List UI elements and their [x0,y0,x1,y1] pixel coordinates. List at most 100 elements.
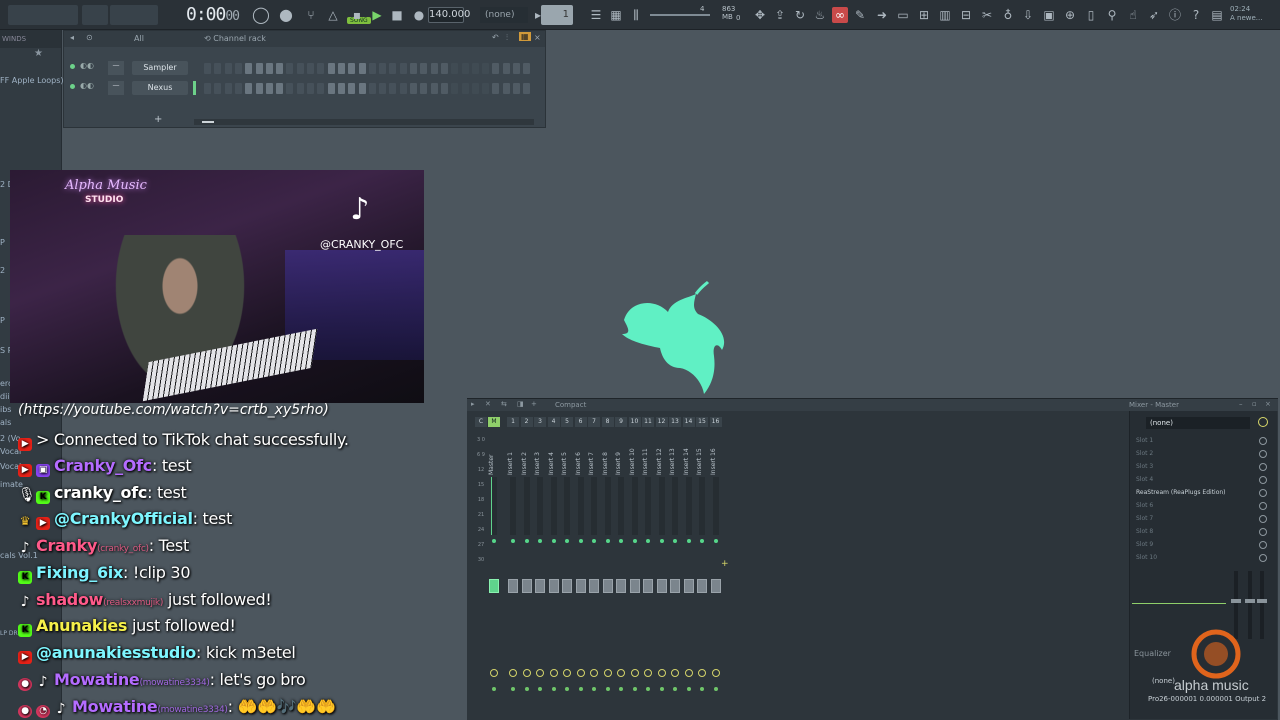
step-button[interactable] [265,83,273,94]
mixer-insert-strip[interactable]: 16 Insert 16 [709,417,722,709]
track-number[interactable]: 1 [507,417,519,427]
file-icon[interactable]: ▯ [1083,7,1099,23]
step-button[interactable] [317,63,325,74]
rocket-icon[interactable]: ➶ [1146,7,1162,23]
plug-icon[interactable]: ⚲ [1104,7,1120,23]
volume-fader[interactable] [562,579,572,593]
mixer-insert-strip[interactable]: 14 Insert 14 [682,417,695,709]
step-button[interactable] [399,63,407,74]
route-led[interactable] [619,687,623,691]
master-volume-knob[interactable]: ◯ [252,7,270,23]
pan-knob[interactable] [657,669,666,677]
step-button[interactable] [296,83,304,94]
step-button[interactable] [368,83,376,94]
add-track-icon[interactable]: + [721,559,729,569]
volume-fader[interactable] [548,579,559,593]
step-button[interactable] [451,63,459,74]
step-button[interactable] [245,83,253,94]
mute-led[interactable] [605,539,610,543]
step-button[interactable] [276,83,284,94]
route-led[interactable] [632,687,637,691]
channel-name-button[interactable]: Sampler [132,61,188,75]
mixer-insert-strip[interactable]: 8 Insert 8 [601,417,614,709]
stop-icon[interactable]: ■ [389,7,405,23]
loop-icon[interactable]: ↻ [792,7,808,23]
step-button[interactable] [224,83,232,94]
time-display[interactable]: 0:0000 [186,4,240,25]
step-button[interactable] [204,63,211,74]
piano-roll-icon[interactable]: ▦ [608,7,624,23]
mixer-insert-strip[interactable]: 10 Insert 10 [628,417,641,709]
master-pitch-knob[interactable]: ● [278,7,294,23]
step-button[interactable] [461,63,469,74]
effect-slot[interactable]: ReaStream (ReaPlugs Edition) [1136,487,1267,499]
volume-fader[interactable] [575,579,586,593]
mixer-insert-strip[interactable]: 5 Insert 5 [561,417,573,709]
mixer-wrench-icon[interactable]: ✕ [485,400,491,408]
rack-scrollbar[interactable] [194,119,534,125]
step-button[interactable] [327,63,335,74]
track-number[interactable]: C [475,417,487,427]
step-button[interactable] [337,83,345,94]
pan-knob[interactable] [711,669,720,677]
track-number[interactable]: 3 [534,417,546,427]
pan-knob[interactable] [698,669,706,677]
mixer-insert-strip[interactable]: 9 Insert 9 [615,417,627,709]
mixer-icon[interactable]: ⫼ [628,7,644,23]
pattern-number[interactable]: 1 [541,5,573,25]
track-number[interactable]: 9 [615,417,627,427]
plugin-icon[interactable]: ⊕ [1062,7,1078,23]
step-button[interactable] [379,83,387,94]
step-button[interactable] [214,63,222,74]
step-button[interactable] [471,83,479,94]
mixer-insert-strip[interactable]: 3 Insert 3 [534,417,546,709]
track-number[interactable]: 4 [547,417,560,427]
volume-fader[interactable] [629,579,640,593]
step-button[interactable] [410,83,417,94]
step-button[interactable] [430,83,438,94]
pattern-song-toggle[interactable] [82,5,108,25]
volume-fader[interactable] [670,579,680,593]
track-number[interactable]: 13 [669,417,681,427]
effect-slot[interactable]: Slot 6 [1136,500,1267,512]
route-led[interactable] [713,687,718,691]
add-channel-icon[interactable]: + [154,114,162,125]
step-button[interactable] [440,63,448,74]
volume-fader[interactable] [710,579,721,593]
slot-power-icon[interactable] [1259,476,1267,484]
channel-pan-knob[interactable]: ◐◐ [80,81,94,90]
slot-power-icon[interactable] [1259,515,1267,523]
step-button[interactable] [245,63,253,74]
mute-led[interactable] [686,539,691,543]
menu-area[interactable] [8,5,78,25]
step-button[interactable] [513,83,520,94]
track-number[interactable]: 2 [520,417,533,427]
pan-knob[interactable] [576,669,585,677]
mixer-route-icon[interactable]: ⇆ [501,400,507,408]
step-button[interactable] [389,83,397,94]
effect-slot[interactable]: Slot 7 [1136,513,1267,525]
step-button[interactable] [451,83,459,94]
snap-icon[interactable]: ⑂ [303,7,319,23]
track-number[interactable]: M [488,417,500,427]
mixer-menu-icon[interactable]: ▸ [471,400,475,408]
effect-slot[interactable]: Slot 4 [1136,474,1267,486]
step-button[interactable] [255,83,263,94]
pan-knob[interactable] [549,669,558,677]
export-icon[interactable]: ⇪ [772,7,788,23]
close-icon[interactable]: × [1265,400,1271,408]
step-button[interactable] [368,63,376,74]
rack-close-icon[interactable]: × [534,33,541,42]
step-button[interactable] [204,83,211,94]
pan-knob[interactable] [536,669,544,677]
channel-icon[interactable]: ⊟ [958,7,974,23]
step-button[interactable] [410,63,417,74]
track-number[interactable]: 6 [574,417,587,427]
route-led[interactable] [700,687,704,691]
rack-graph-icon[interactable]: ⫶ [506,33,508,43]
route-led[interactable] [646,687,650,691]
track-number[interactable]: 15 [696,417,708,427]
record-icon[interactable]: ● [411,7,427,23]
step-button[interactable] [224,63,232,74]
volume-fader[interactable] [489,579,499,593]
